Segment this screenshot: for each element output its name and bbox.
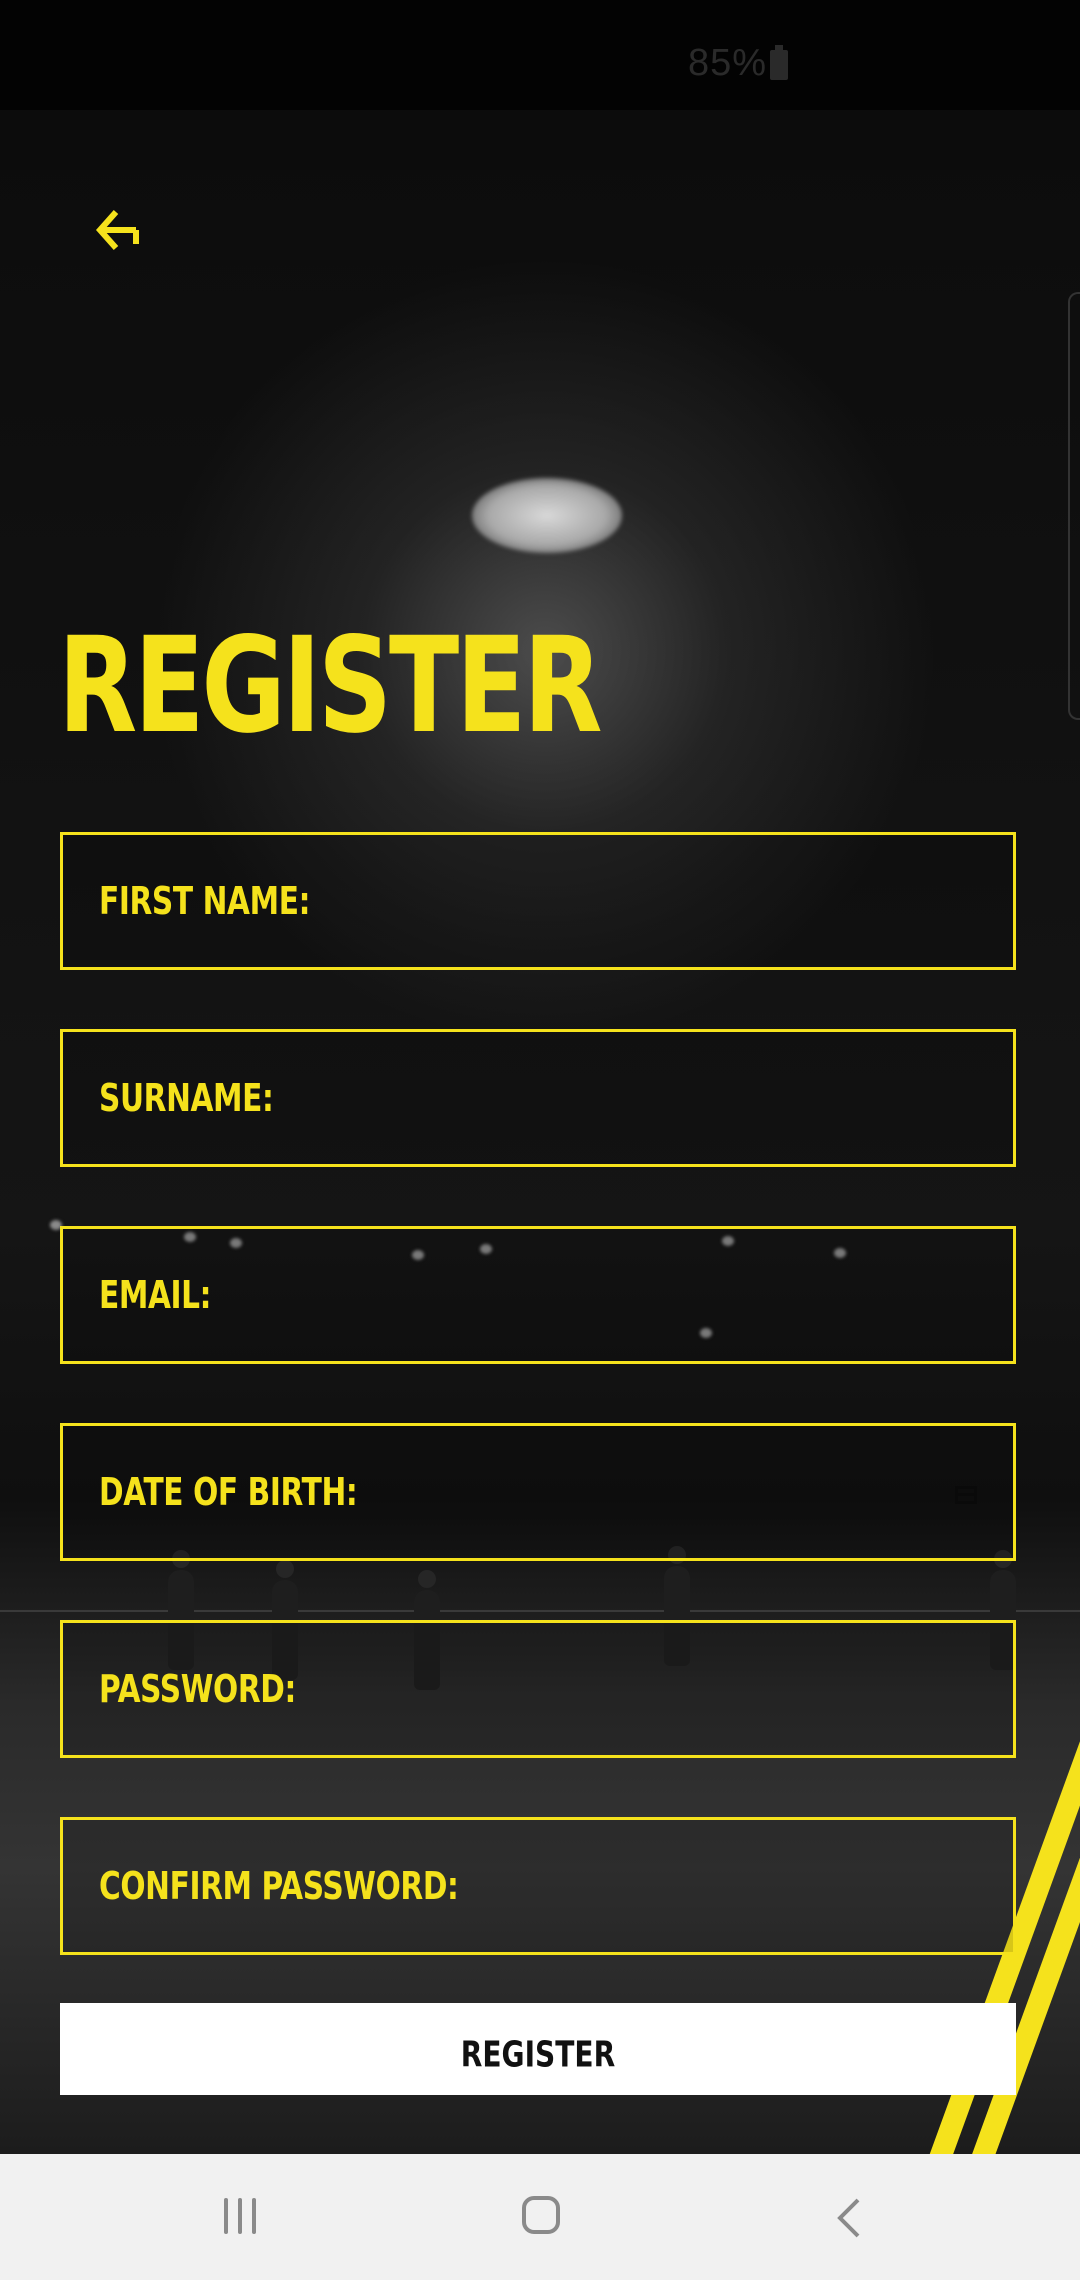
recent-apps-icon[interactable] [222, 2198, 262, 2238]
status-bar: 85% [0, 0, 1080, 110]
back-arrow-icon[interactable] [92, 202, 148, 258]
battery-percentage: 85% [688, 42, 768, 84]
register-button-label: REGISTER [460, 2034, 616, 2076]
floodlight [472, 478, 622, 553]
nav-back-icon[interactable] [828, 2194, 872, 2242]
first-name-label: FIRST NAME: [99, 879, 311, 923]
password-label: PASSWORD: [99, 1667, 296, 1711]
password-field[interactable]: PASSWORD: [60, 1620, 1016, 1758]
date-of-birth-label: DATE OF BIRTH: [99, 1470, 358, 1514]
scroll-edge-handle [1068, 292, 1080, 720]
register-button[interactable]: REGISTER [60, 2003, 1016, 2095]
home-icon[interactable] [522, 2196, 560, 2234]
calendar-icon[interactable] [955, 1486, 977, 1504]
first-name-field[interactable]: FIRST NAME: [60, 832, 1016, 970]
battery-icon [770, 45, 788, 80]
surname-field[interactable]: SURNAME: [60, 1029, 1016, 1167]
confirm-password-field[interactable]: CONFIRM PASSWORD: [60, 1817, 1016, 1955]
system-nav-bar [0, 2154, 1080, 2280]
email-field[interactable]: EMAIL: [60, 1226, 1016, 1364]
confirm-password-label: CONFIRM PASSWORD: [99, 1864, 459, 1908]
date-of-birth-field[interactable]: DATE OF BIRTH: [60, 1423, 1016, 1561]
page-title: REGISTER [58, 609, 603, 763]
surname-label: SURNAME: [99, 1076, 274, 1120]
email-label: EMAIL: [99, 1273, 212, 1317]
